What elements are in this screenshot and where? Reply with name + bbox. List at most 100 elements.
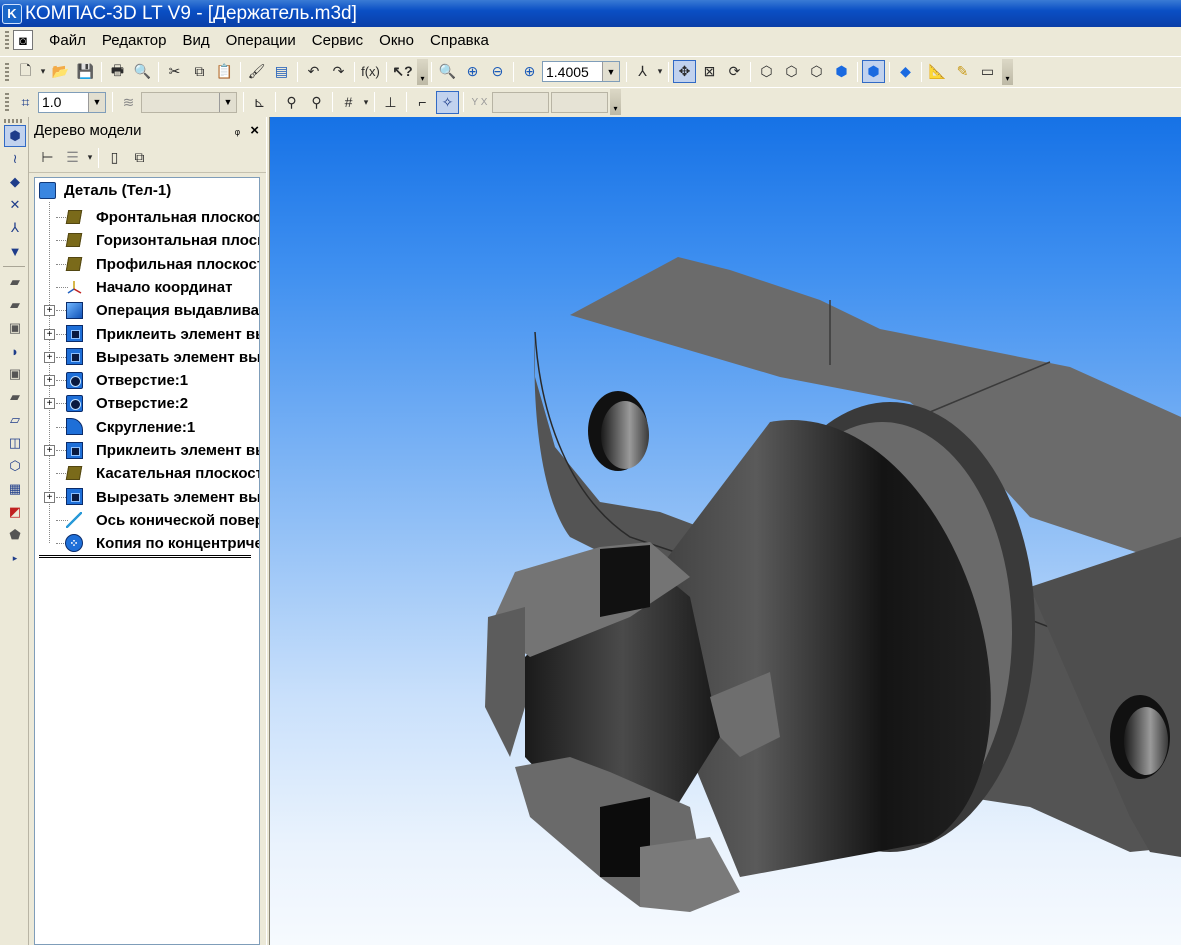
shell-icon[interactable]: ⬟ [4, 524, 26, 546]
pan-icon[interactable]: ✥ [673, 60, 696, 83]
toolbar-overflow-icon[interactable]: ▾ [610, 89, 621, 115]
local-cs-icon[interactable]: ⊾ [248, 91, 271, 114]
new-icon[interactable]: 🗋 [14, 60, 37, 83]
open-icon[interactable]: 📂 [49, 60, 72, 83]
edit-icon[interactable]: ✎ [951, 60, 974, 83]
menu-file[interactable]: Файл [41, 32, 94, 49]
zoom-in-icon[interactable]: ⊕ [461, 60, 484, 83]
expand-icon[interactable]: + [44, 351, 55, 363]
menu-service[interactable]: Сервис [304, 32, 371, 49]
tree-item[interactable]: + Приклеить элемент выдавливания:1 [35, 323, 259, 346]
zoom-fit-icon[interactable]: ⊠ [698, 60, 721, 83]
rotate-op-icon[interactable]: ▰ [4, 294, 26, 316]
tree-item[interactable]: Касательная плоскость:1 [35, 462, 259, 485]
auxiliary-geometry-icon[interactable]: ✕ [4, 194, 26, 216]
cut-rotate-icon[interactable]: ▰ [4, 386, 26, 408]
expand-icon[interactable]: + [44, 328, 55, 340]
surfaces-icon[interactable]: ◆ [4, 171, 26, 193]
tree-relations-icon[interactable]: ⧉ [128, 146, 151, 169]
tree-item[interactable]: Фронтальная плоскость [35, 206, 259, 229]
spatial-curves-icon[interactable]: ≀ [4, 148, 26, 170]
editing-details-icon[interactable]: ⬢ [4, 125, 26, 147]
expand-icon[interactable]: + [44, 375, 55, 387]
menu-help[interactable]: Справка [422, 32, 497, 49]
redo-icon[interactable]: ↷ [327, 60, 350, 83]
extrude-icon[interactable]: ▰ [4, 271, 26, 293]
model-3d-render[interactable] [270, 117, 1181, 945]
layers-icon[interactable]: ≋ [117, 91, 140, 114]
round-icon[interactable]: ⌐ [411, 91, 434, 114]
tree-item[interactable]: Профильная плоскость [35, 253, 259, 276]
expand-icon[interactable]: + [44, 305, 55, 317]
section-icon[interactable]: ◩ [4, 501, 26, 523]
coord-x-field[interactable] [492, 91, 549, 113]
snap-icon[interactable]: ⚲ [280, 91, 303, 114]
menu-window[interactable]: Окно [371, 32, 422, 49]
toolbar-grip[interactable] [5, 93, 9, 111]
cut-icon[interactable]: ✂ [163, 60, 186, 83]
coord-y-field[interactable] [551, 91, 608, 113]
grid-icon[interactable]: # [337, 91, 360, 114]
halftone-edges-icon[interactable]: ⬢ [862, 60, 885, 83]
toolbar-overflow-icon[interactable]: ▾ [417, 58, 428, 85]
filters-icon[interactable]: ▼ [4, 240, 26, 262]
expand-icon[interactable]: + [44, 398, 55, 410]
tree-item[interactable]: + Вырезать элемент выдавливания:2 [35, 486, 259, 509]
tree-item[interactable]: + Отверстие:2 [35, 392, 259, 415]
pattern-icon[interactable]: ▦ [4, 478, 26, 500]
cut-extrude-icon[interactable]: ▣ [4, 363, 26, 385]
hole-op-icon[interactable]: ⬡ [4, 455, 26, 477]
menubar-grip[interactable] [5, 31, 9, 49]
tree-item[interactable]: ⁘ Копия по концентрической сетке:1 [35, 532, 259, 559]
close-icon[interactable]: × [250, 122, 259, 139]
help-icon[interactable]: ↖? [391, 60, 414, 83]
save-icon[interactable]: 💾 [74, 60, 97, 83]
expand-icon[interactable]: + [44, 445, 55, 456]
pin-icon[interactable]: ᵩ [235, 123, 240, 137]
perspective-icon[interactable]: ◆ [894, 60, 917, 83]
hidden-lines-icon[interactable]: ⬡ [780, 60, 803, 83]
menu-view[interactable]: Вид [174, 32, 217, 49]
tree-structure-icon[interactable]: ⊢ [36, 146, 59, 169]
orientation-icon[interactable]: ⅄ [631, 60, 654, 83]
cursor-step-select[interactable]: 1.0 ▼ [38, 91, 106, 113]
paste-icon[interactable]: 📋 [213, 60, 236, 83]
zoom-out-icon[interactable]: ⊖ [486, 60, 509, 83]
new-dropdown-icon[interactable]: ▾ [39, 60, 47, 83]
snap-settings-icon[interactable]: ⚲ [305, 91, 328, 114]
zoom-window-icon[interactable]: 🔍 [436, 60, 459, 83]
kompas-app-icon[interactable]: K [2, 3, 22, 24]
compact-panel-grip[interactable] [4, 119, 24, 123]
chevron-down-icon[interactable]: ▼ [219, 92, 236, 112]
orientation-dropdown-icon[interactable]: ▾ [656, 60, 664, 83]
tree-document-icon[interactable]: ▯ [103, 146, 126, 169]
properties-icon[interactable]: 🖌 [245, 60, 268, 83]
coordinates-icon[interactable]: Y X [468, 91, 491, 114]
hidden-thin-icon[interactable]: ⬡ [805, 60, 828, 83]
toolbar-overflow-icon[interactable]: ▾ [1002, 58, 1013, 85]
document-system-icon[interactable]: ◙ [13, 30, 33, 50]
tree-root-node[interactable]: Деталь (Тел-1) [39, 182, 171, 199]
tree-item[interactable]: + Отверстие:1 [35, 369, 259, 392]
loft-icon[interactable]: ◗ [4, 340, 26, 362]
tree-item[interactable]: + Операция выдавливания:1 [35, 299, 259, 322]
kinematic-icon[interactable]: ▣ [4, 317, 26, 339]
rotate-icon[interactable]: ⟳ [723, 60, 746, 83]
menu-operations[interactable]: Операции [218, 32, 304, 49]
ortho-icon[interactable]: ⊥ [379, 91, 402, 114]
chevron-down-icon[interactable]: ▼ [88, 92, 105, 112]
print-icon[interactable]: 🖶 [106, 60, 129, 83]
zoom-scale-select[interactable]: 1.4005 ▼ [542, 61, 620, 82]
chevron-down-icon[interactable]: ▼ [602, 62, 619, 81]
copy-icon[interactable]: ⧉ [188, 60, 211, 83]
title-bar[interactable]: K КОМПАС-3D LT V9 - [Держатель.m3d] [0, 0, 1181, 27]
tree-item[interactable]: Ось конической поверхности:1 [35, 509, 259, 532]
snap-step-icon[interactable]: ⌗ [14, 91, 37, 114]
measure-icon[interactable]: 📐 [926, 60, 949, 83]
measure-tools-icon[interactable]: ⅄ [4, 217, 26, 239]
print-preview-icon[interactable]: 🔍 [131, 60, 154, 83]
tree-item[interactable]: + Приклеить элемент выдавливания:2 [35, 439, 259, 462]
display-icon[interactable]: ▭ [976, 60, 999, 83]
model-viewport[interactable] [270, 117, 1181, 945]
wireframe-icon[interactable]: ⬡ [755, 60, 778, 83]
